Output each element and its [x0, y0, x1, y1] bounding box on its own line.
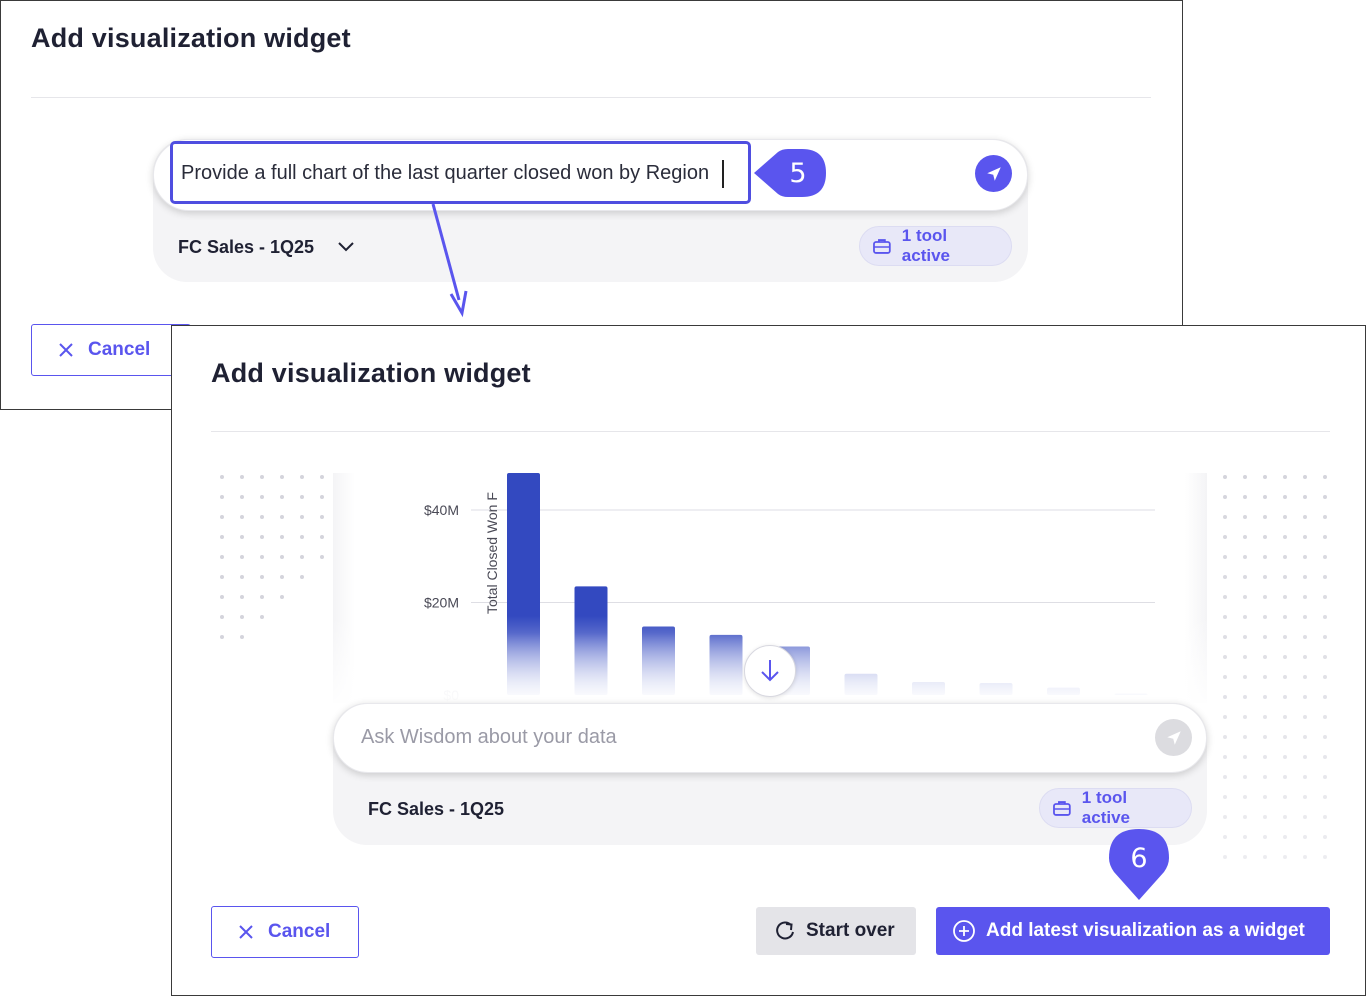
tool-status-label: 1 tool active	[1081, 788, 1130, 827]
divider	[211, 431, 1330, 432]
composer: Ask Wisdom about your data FC Sales - 1Q…	[333, 703, 1207, 845]
send-button[interactable]	[975, 155, 1012, 192]
cancel-label: Cancel	[268, 921, 331, 942]
y-tick-label: $20M	[424, 595, 459, 611]
chevron-down-icon[interactable]	[337, 240, 355, 254]
scroll-down-button[interactable]	[744, 645, 796, 697]
start-over-button[interactable]: Start over	[756, 907, 916, 955]
close-icon	[59, 343, 73, 357]
add-widget-label: Add latest visualization as a widget	[986, 920, 1305, 941]
refresh-icon	[776, 921, 794, 940]
divider	[31, 97, 1151, 98]
add-widget-button[interactable]: Add latest visualization as a widget	[936, 907, 1330, 955]
datasource-name[interactable]: FC Sales - 1Q25	[178, 237, 314, 258]
front-dialog: Add visualization widget $40M$20M$0Total…	[171, 325, 1366, 996]
dialog-title: Add visualization widget	[211, 358, 531, 388]
question-input[interactable]: Ask Wisdom about your data	[333, 703, 1207, 773]
send-icon	[1166, 730, 1181, 745]
cancel-label: Cancel	[88, 339, 151, 360]
close-icon	[239, 925, 253, 939]
y-axis-label: Total Closed Won F	[484, 492, 500, 614]
connector-arrow	[431, 203, 468, 318]
start-over-label: Start over	[806, 920, 895, 941]
dialog-title: Add visualization widget	[31, 23, 351, 53]
input-placeholder: Ask Wisdom about your data	[361, 726, 617, 748]
tool-status-label: 1 tool active	[901, 226, 950, 265]
step-5-label: 5	[789, 157, 807, 189]
toolbox-icon	[873, 239, 891, 254]
tools-active-badge[interactable]: 1 tool active	[1039, 788, 1192, 828]
arrow-down-icon	[761, 660, 779, 682]
cancel-button[interactable]: Cancel	[31, 324, 191, 376]
plus-circle-icon	[953, 920, 975, 942]
send-button[interactable]	[1155, 719, 1192, 756]
send-icon	[986, 166, 1001, 181]
cancel-button[interactable]: Cancel	[211, 906, 359, 958]
decorative-dots-left	[220, 475, 324, 639]
decorative-dots-right	[1223, 475, 1327, 859]
step-6-label: 6	[1130, 842, 1148, 874]
y-tick-label: $40M	[424, 502, 459, 518]
prompt-highlight	[170, 141, 751, 204]
datasource-name: FC Sales - 1Q25	[368, 799, 505, 819]
toolbox-icon	[1053, 801, 1071, 816]
tools-active-badge[interactable]: 1 tool active	[859, 226, 1012, 266]
